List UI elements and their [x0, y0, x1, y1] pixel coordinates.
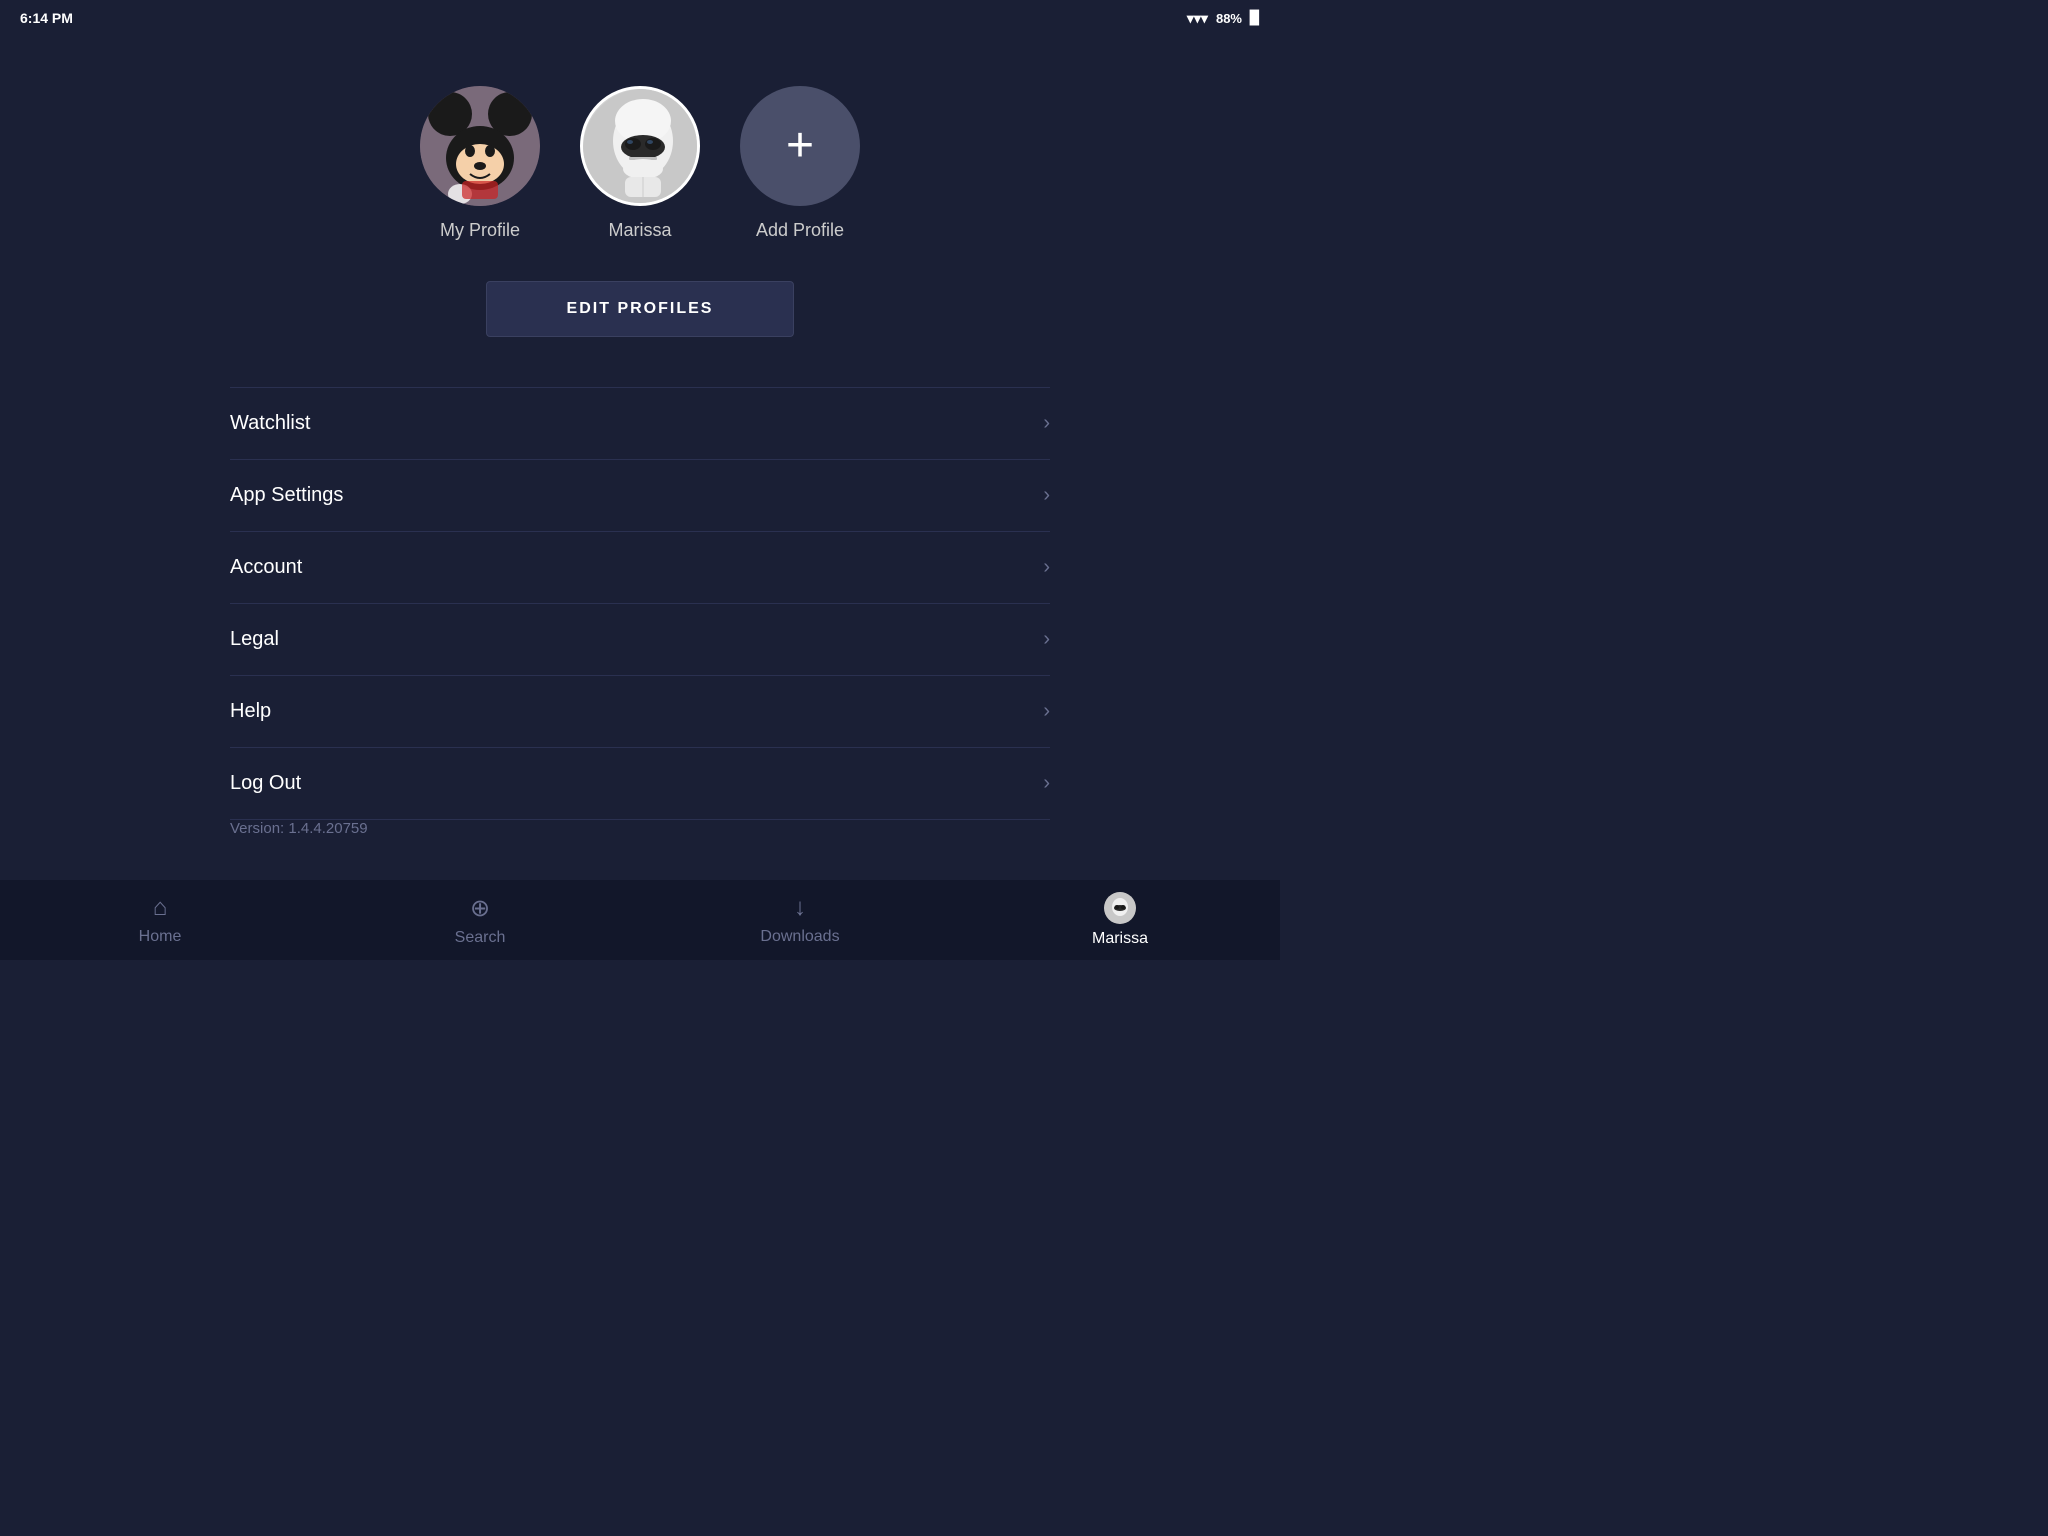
menu-label-help: Help [230, 700, 271, 723]
status-bar: 6:14 PM ▾▾▾ 88% ▉ [0, 0, 1280, 36]
chevron-icon-legal: › [1043, 628, 1050, 651]
nav-label-home: Home [139, 928, 182, 946]
nav-item-search[interactable]: ⊕ Search [320, 880, 640, 960]
nav-label-profile: Marissa [1092, 930, 1148, 948]
profile-avatar-add: + [740, 86, 860, 206]
nav-avatar-marissa [1104, 892, 1136, 924]
profile-name-marissa: Marissa [608, 220, 671, 241]
wifi-icon: ▾▾▾ [1187, 10, 1208, 27]
profile-name-my-profile: My Profile [440, 220, 520, 241]
menu-list: Watchlist › App Settings › Account › Leg… [230, 387, 1050, 838]
menu-label-legal: Legal [230, 628, 279, 651]
battery-icon: ▉ [1250, 10, 1260, 26]
home-icon: ⌂ [153, 894, 168, 922]
menu-label-account: Account [230, 556, 302, 579]
nav-label-downloads: Downloads [760, 928, 839, 946]
menu-label-app-settings: App Settings [230, 484, 343, 507]
menu-item-app-settings[interactable]: App Settings › [230, 460, 1050, 532]
status-time: 6:14 PM [20, 10, 73, 26]
menu-label-log-out: Log Out [230, 772, 301, 795]
main-content: My Profile [0, 36, 1280, 838]
chevron-icon-help: › [1043, 700, 1050, 723]
chevron-icon-app-settings: › [1043, 484, 1050, 507]
nav-item-downloads[interactable]: ↓ Downloads [640, 880, 960, 960]
profile-item-add[interactable]: + Add Profile [740, 86, 860, 241]
edit-profiles-button[interactable]: EDIT PROFILES [486, 281, 795, 337]
version-info: Version: 1.4.4.20759 [230, 820, 1050, 838]
chevron-icon-account: › [1043, 556, 1050, 579]
nav-label-search: Search [455, 929, 506, 947]
profile-name-add: Add Profile [756, 220, 844, 241]
nav-item-home[interactable]: ⌂ Home [0, 880, 320, 960]
profile-avatar-marissa [580, 86, 700, 206]
menu-item-help[interactable]: Help › [230, 676, 1050, 748]
menu-label-watchlist: Watchlist [230, 412, 310, 435]
nav-item-profile[interactable]: Marissa [960, 880, 1280, 960]
menu-item-legal[interactable]: Legal › [230, 604, 1050, 676]
chevron-icon-watchlist: › [1043, 412, 1050, 435]
search-icon: ⊕ [470, 894, 490, 923]
profile-item-my-profile[interactable]: My Profile [420, 86, 540, 241]
profile-avatar-mickey [420, 86, 540, 206]
profiles-row: My Profile [420, 86, 860, 241]
menu-item-account[interactable]: Account › [230, 532, 1050, 604]
plus-icon: + [786, 122, 814, 170]
chevron-icon-log-out: › [1043, 772, 1050, 795]
bottom-nav: ⌂ Home ⊕ Search ↓ Downloads Marissa [0, 880, 1280, 960]
status-right: ▾▾▾ 88% ▉ [1187, 10, 1260, 27]
battery-percentage: 88% [1216, 11, 1242, 26]
version-text: Version: 1.4.4.20759 [230, 800, 368, 837]
profile-item-marissa[interactable]: Marissa [580, 86, 700, 241]
menu-item-watchlist[interactable]: Watchlist › [230, 387, 1050, 460]
download-icon: ↓ [794, 894, 806, 922]
